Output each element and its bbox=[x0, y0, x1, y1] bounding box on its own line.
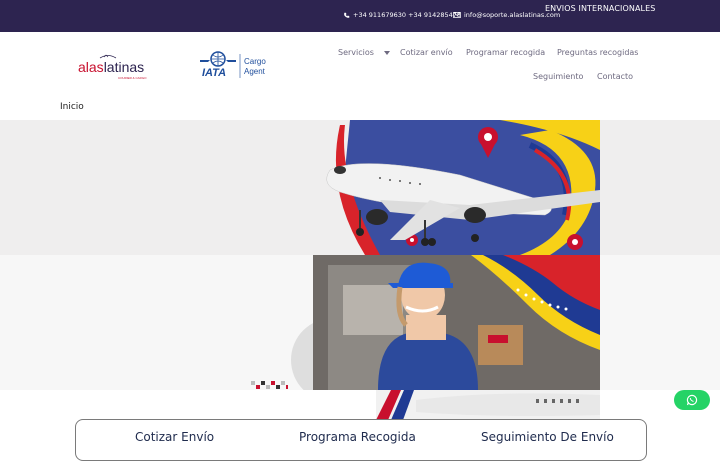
airplane-colombia-image bbox=[320, 120, 600, 255]
nav-seguimiento[interactable]: Seguimiento bbox=[533, 72, 583, 81]
svg-text:Cargo: Cargo bbox=[244, 57, 266, 66]
site-header: alaslatinas COURIER & CARGO IATA Cargo A… bbox=[0, 32, 720, 121]
tab-seguimiento-envio[interactable]: Seguimiento De Envío bbox=[481, 430, 614, 444]
logo-tagline: COURIER & CARGO bbox=[118, 76, 147, 80]
hero-bottom-strip bbox=[0, 390, 720, 420]
iata-cargo-agent-logo: IATA Cargo Agent bbox=[198, 50, 270, 82]
breadcrumb-inicio[interactable]: Inicio bbox=[60, 102, 84, 112]
hero-banner bbox=[0, 120, 720, 420]
top-bar: +34 911679630 +34 914285478 info@soporte… bbox=[0, 0, 720, 32]
nav-cotizar-envio[interactable]: Cotizar envío bbox=[400, 48, 453, 57]
nav-preguntas-recogidas[interactable]: Preguntas recogidas bbox=[557, 48, 638, 57]
nav-programar-recogida[interactable]: Programar recogida bbox=[466, 48, 545, 57]
phone-icon bbox=[344, 12, 350, 18]
whatsapp-button[interactable] bbox=[674, 390, 710, 410]
chevron-down-icon bbox=[384, 51, 391, 55]
svg-text:IATA: IATA bbox=[202, 67, 226, 79]
international-shipping-link[interactable]: ENVIOS INTERNACIONALES bbox=[545, 4, 655, 13]
envelope-icon bbox=[453, 12, 461, 18]
nav-contacto[interactable]: Contacto bbox=[597, 72, 633, 81]
nav-servicios-label: Servicios bbox=[338, 48, 374, 57]
nav-servicios[interactable]: Servicios bbox=[338, 48, 391, 57]
tab-cotizar-envio[interactable]: Cotizar Envío bbox=[135, 430, 214, 444]
service-tabs-card: Cotizar Envío Programa Recogida Seguimie… bbox=[75, 419, 647, 461]
svg-text:alaslatinas: alaslatinas bbox=[78, 59, 144, 75]
airplane-tail-image bbox=[376, 390, 600, 420]
phone-numbers: +34 911679630 +34 914285478 bbox=[353, 11, 462, 19]
tab-programa-recogida[interactable]: Programa Recogida bbox=[299, 430, 416, 444]
courier-venezuela-image bbox=[288, 255, 600, 390]
svg-text:Agent: Agent bbox=[244, 67, 266, 76]
whatsapp-icon bbox=[686, 394, 698, 406]
alaslatinas-logo[interactable]: alaslatinas COURIER & CARGO bbox=[78, 52, 160, 82]
phone-contact[interactable]: +34 911679630 +34 914285478 bbox=[343, 11, 461, 19]
